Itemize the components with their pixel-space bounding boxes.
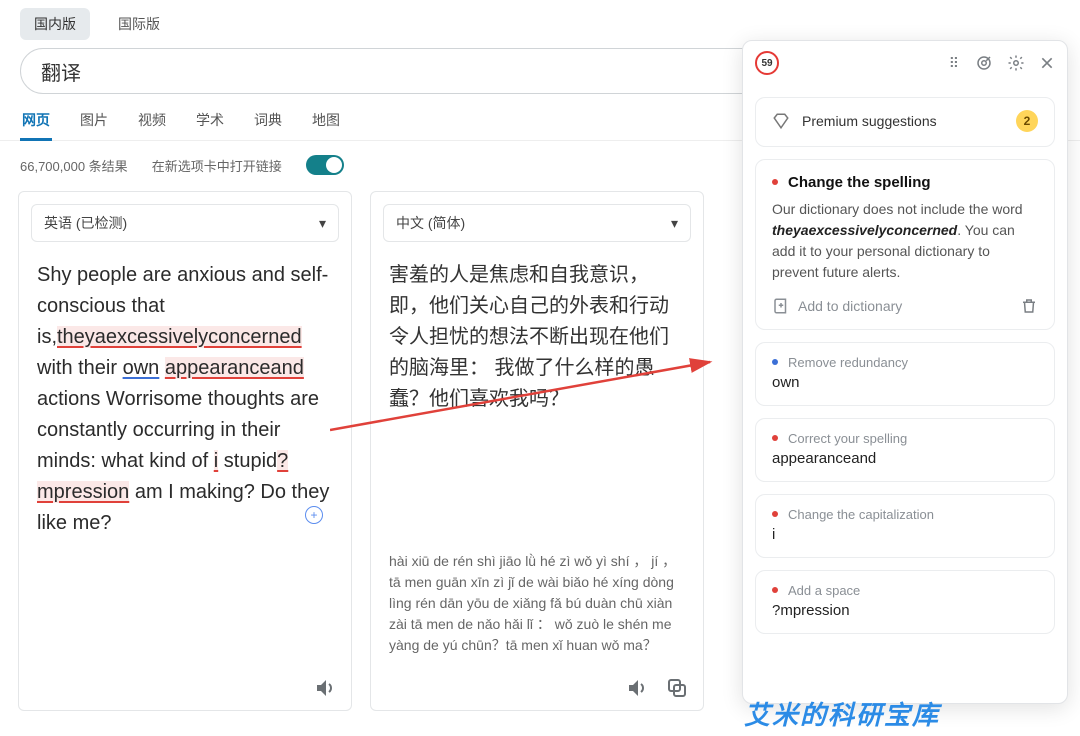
error-span[interactable]: theyaexcessivelyconcerned bbox=[57, 326, 302, 348]
suggestion-card[interactable]: Remove redundancy own bbox=[755, 342, 1055, 406]
score-badge[interactable]: 59 bbox=[755, 51, 779, 75]
gear-icon[interactable] bbox=[1007, 54, 1025, 72]
nav-tab-video[interactable]: 视频 bbox=[136, 110, 168, 140]
panel-body[interactable]: Premium suggestions 2 Change the spellin… bbox=[743, 85, 1067, 703]
watermark-text: 艾米的科研宝库 bbox=[744, 695, 940, 732]
suggestion-word: own bbox=[772, 374, 1038, 391]
target-card: 中文 (简体) ▾ 害羞的人是焦虑和自我意识，即，他们关心自己的外表和行动 令人… bbox=[370, 191, 704, 711]
text: stupid bbox=[218, 450, 277, 472]
suggestion-card[interactable]: Change the capitalization i bbox=[755, 494, 1055, 558]
copy-icon[interactable] bbox=[665, 676, 689, 700]
speaker-icon[interactable] bbox=[313, 676, 337, 700]
text: Our dictionary does not include the word bbox=[772, 201, 1023, 217]
severity-dot bbox=[772, 511, 778, 517]
chevron-down-icon: ▾ bbox=[671, 215, 678, 232]
goals-icon[interactable] bbox=[975, 54, 993, 72]
book-plus-icon bbox=[772, 297, 790, 315]
suggestion-word: ?mpression bbox=[772, 602, 1038, 619]
target-footer bbox=[371, 668, 703, 710]
target-lang-select[interactable]: 中文 (简体) ▾ bbox=[383, 204, 691, 242]
text: 令人担忧的想法不断出现在他们的脑海里： 我做了什么样的愚蠢？他们喜欢我吗？ bbox=[389, 322, 685, 415]
suggestion-card[interactable]: Add a space ?mpression bbox=[755, 570, 1055, 634]
version-tabs: 国内版 国际版 bbox=[0, 0, 1080, 40]
source-lang-select[interactable]: 英语 (已检测) ▾ bbox=[31, 204, 339, 242]
pinyin-text: hài xiū de rén shì jiāo lǜ hé zì wǒ yì s… bbox=[371, 551, 703, 668]
severity-dot bbox=[772, 587, 778, 593]
suggestion-type: Change the capitalization bbox=[788, 507, 934, 522]
panel-header: 59 ⠿ bbox=[743, 41, 1067, 85]
suggestion-word: i bbox=[772, 526, 1038, 543]
suggestion-type: Add a space bbox=[788, 583, 860, 598]
nav-tab-maps[interactable]: 地图 bbox=[310, 110, 342, 140]
source-footer bbox=[19, 668, 351, 710]
grammar-panel: 59 ⠿ Premium suggestions 2 bbox=[742, 40, 1068, 704]
nav-tab-web[interactable]: 网页 bbox=[20, 110, 52, 140]
premium-card[interactable]: Premium suggestions 2 bbox=[755, 97, 1055, 147]
chevron-down-icon: ▾ bbox=[319, 215, 326, 232]
add-icon[interactable]: + bbox=[305, 506, 323, 524]
drag-handle-icon[interactable]: ⠿ bbox=[949, 55, 961, 72]
error-span[interactable]: own bbox=[123, 357, 160, 379]
label: Add to dictionary bbox=[798, 298, 902, 314]
tab-international[interactable]: 国际版 bbox=[104, 8, 174, 40]
add-to-dictionary-button[interactable]: Add to dictionary bbox=[772, 297, 902, 315]
target-lang-label: 中文 (简体) bbox=[396, 213, 465, 233]
source-card: 英语 (已检测) ▾ Shy people are anxious and se… bbox=[18, 191, 352, 711]
diamond-icon bbox=[772, 112, 790, 130]
suggestion-title: Change the spelling bbox=[788, 174, 931, 191]
severity-dot bbox=[772, 359, 778, 365]
open-new-tab-label: 在新选项卡中打开链接 bbox=[152, 156, 282, 175]
nav-tab-images[interactable]: 图片 bbox=[78, 110, 110, 140]
suggestion-type: Correct your spelling bbox=[788, 431, 907, 446]
suggestion-word: appearanceand bbox=[772, 450, 1038, 467]
close-icon[interactable] bbox=[1039, 55, 1055, 71]
trash-icon[interactable] bbox=[1020, 297, 1038, 315]
premium-count: 2 bbox=[1016, 110, 1038, 132]
nav-tab-scholar[interactable]: 学术 bbox=[194, 110, 226, 140]
severity-dot bbox=[772, 179, 778, 185]
highlight-word: theyaexcessivelyconcerned bbox=[772, 222, 957, 238]
target-text: 害羞的人是焦虑和自我意识，即，他们关心自己的外表和行动 令人担忧的想法不断出现在… bbox=[371, 254, 703, 551]
source-lang-label: 英语 (已检测) bbox=[44, 213, 127, 233]
main-suggestion-card[interactable]: Change the spelling Our dictionary does … bbox=[755, 159, 1055, 330]
open-new-tab-toggle[interactable] bbox=[306, 155, 344, 175]
text: 害羞的人是焦虑和自我意识，即，他们关心自己的外表和行动 bbox=[389, 260, 685, 322]
suggestion-card[interactable]: Correct your spelling appearanceand bbox=[755, 418, 1055, 482]
error-span[interactable]: appearanceand bbox=[165, 357, 304, 379]
text: with their bbox=[37, 357, 123, 379]
suggestion-type: Remove redundancy bbox=[788, 355, 908, 370]
premium-label: Premium suggestions bbox=[802, 113, 937, 129]
source-text[interactable]: Shy people are anxious and self-consciou… bbox=[19, 254, 351, 668]
results-count: 66,700,000 条结果 bbox=[20, 156, 128, 175]
speaker-icon[interactable] bbox=[625, 676, 649, 700]
tab-domestic[interactable]: 国内版 bbox=[20, 8, 90, 40]
nav-tab-dict[interactable]: 词典 bbox=[252, 110, 284, 140]
severity-dot bbox=[772, 435, 778, 441]
